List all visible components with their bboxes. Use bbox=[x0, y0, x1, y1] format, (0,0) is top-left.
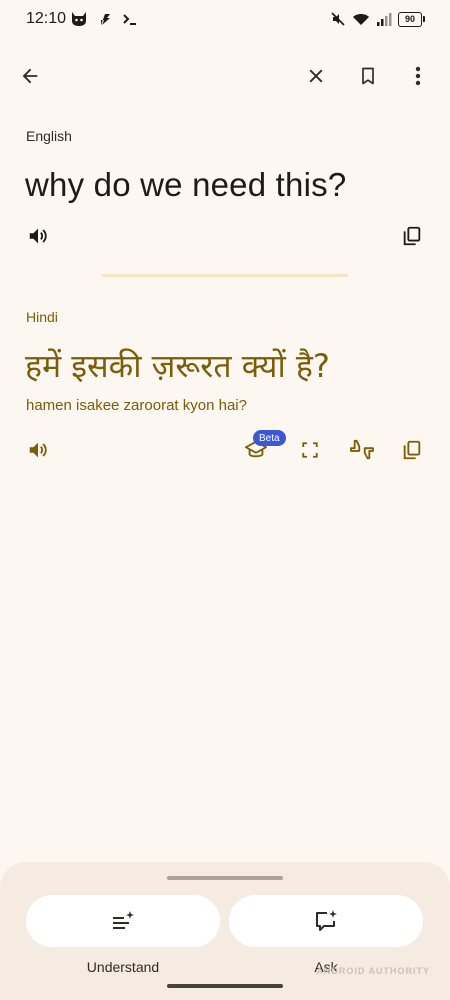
watermark: ANDROID AUTHORITY bbox=[316, 966, 430, 976]
cat-app-icon bbox=[72, 12, 86, 26]
bottom-sheet: Understand Ask ANDROID AUTHORITY bbox=[0, 862, 450, 1000]
sparkle-list-icon bbox=[113, 911, 134, 929]
fullscreen-icon bbox=[302, 442, 318, 458]
mute-icon bbox=[331, 12, 345, 26]
terminal-icon bbox=[123, 14, 136, 25]
back-button[interactable] bbox=[10, 56, 50, 96]
understand-label: Understand bbox=[86, 959, 160, 975]
bookmark-icon bbox=[362, 67, 374, 85]
close-button[interactable] bbox=[296, 56, 336, 96]
more-vert-icon bbox=[415, 66, 421, 86]
source-text[interactable]: why do we need this? bbox=[25, 166, 346, 204]
transliteration-text: hamen isakee zaroorat kyon hai? bbox=[26, 397, 247, 414]
understand-button[interactable] bbox=[26, 895, 220, 947]
source-language-label: English bbox=[26, 128, 72, 144]
gesture-navigation-bar[interactable] bbox=[167, 984, 283, 988]
source-copy-button[interactable] bbox=[396, 220, 428, 252]
ask-button[interactable] bbox=[229, 895, 423, 947]
close-icon bbox=[309, 69, 323, 83]
volume-icon bbox=[29, 442, 47, 458]
save-button[interactable] bbox=[348, 56, 388, 96]
status-time: 12:10 bbox=[26, 10, 67, 27]
translated-text[interactable]: हमें इसकी ज़रूरत क्यों है? bbox=[25, 344, 330, 387]
target-language-label: Hindi bbox=[26, 309, 58, 325]
copy-icon bbox=[403, 226, 421, 246]
top-toolbar bbox=[0, 56, 450, 96]
copy-icon bbox=[403, 440, 421, 460]
sheet-drag-handle[interactable] bbox=[167, 876, 283, 880]
more-options-button[interactable] bbox=[398, 56, 438, 96]
volume-icon bbox=[29, 228, 47, 244]
status-system-icons: 90 bbox=[330, 10, 425, 28]
target-listen-button[interactable] bbox=[22, 434, 54, 466]
fullscreen-button[interactable] bbox=[294, 434, 326, 466]
sparkle-chat-icon bbox=[316, 910, 337, 931]
status-bar: 12:10 90 bbox=[0, 0, 450, 38]
flash-app-icon bbox=[101, 14, 110, 25]
rate-translation-button[interactable] bbox=[346, 434, 378, 466]
signal-icon bbox=[377, 13, 392, 26]
source-listen-button[interactable] bbox=[22, 220, 54, 252]
status-notification-icons bbox=[70, 10, 138, 28]
section-divider bbox=[102, 274, 348, 277]
battery-level: 90 bbox=[404, 14, 415, 24]
arrow-back-icon bbox=[22, 68, 38, 84]
beta-badge: Beta bbox=[253, 430, 286, 446]
thumbs-feedback-icon bbox=[350, 439, 374, 460]
battery-indicator: 90 bbox=[398, 11, 425, 27]
target-copy-button[interactable] bbox=[396, 434, 428, 466]
wifi-icon bbox=[353, 14, 369, 25]
